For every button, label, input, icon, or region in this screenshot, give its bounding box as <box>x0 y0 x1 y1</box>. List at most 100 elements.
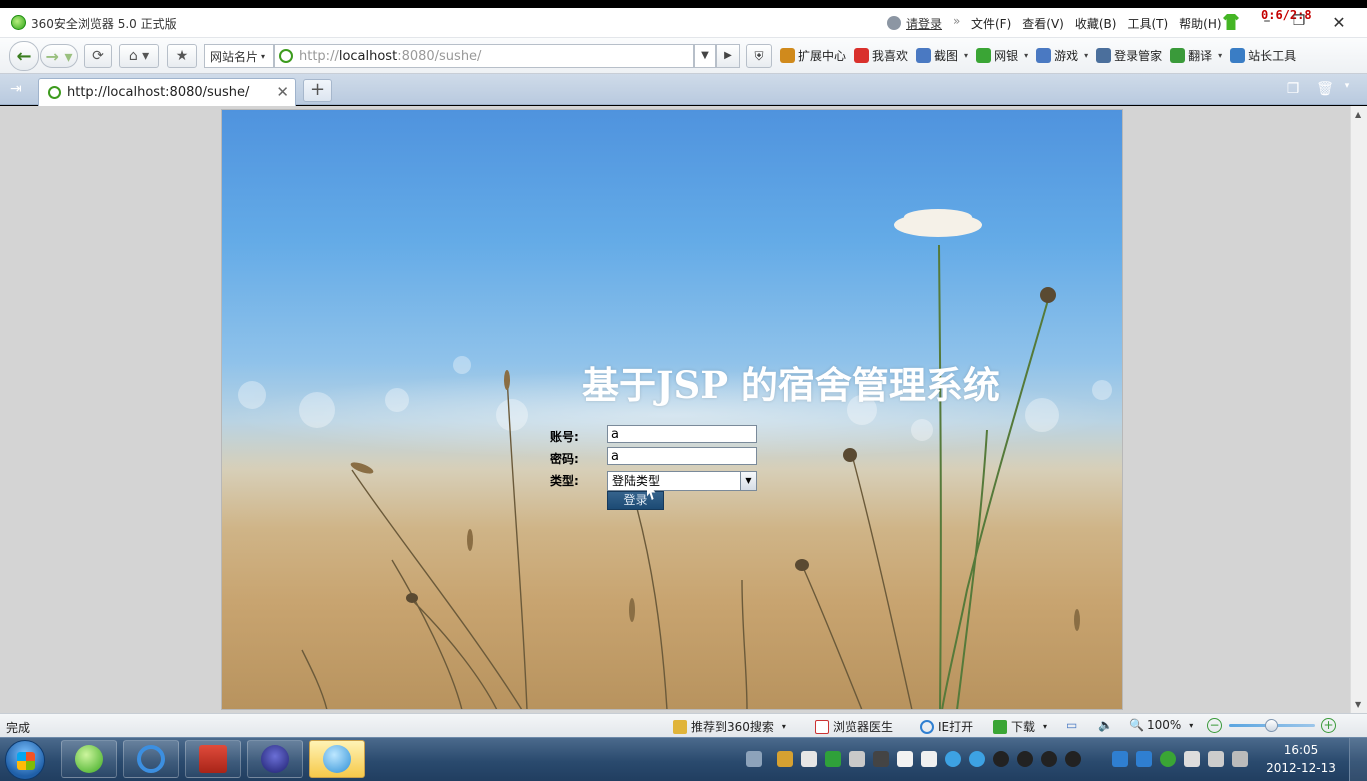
zoom-menu[interactable]: 🔍 100% ▾ <box>1129 718 1193 732</box>
zoom-out-button[interactable]: − <box>1207 718 1222 733</box>
tab-active[interactable]: http://localhost:8080/sushe/ ✕ <box>38 78 296 106</box>
address-history-dropdown[interactable]: ▼ <box>694 44 716 68</box>
pen-icon[interactable] <box>849 751 865 767</box>
account-input[interactable] <box>607 425 757 443</box>
penguin-icon[interactable] <box>1065 751 1081 767</box>
clock-date: 2012-12-13 <box>1266 761 1336 775</box>
navigation-bar: ← → ▾ ⟳ ⌂ ▾ ★ 网站名片 ▾ http://localhost:80… <box>0 38 1367 74</box>
toolbar-item-heart[interactable]: 我喜欢 <box>854 47 908 64</box>
doctor-label: 浏览器医生 <box>833 720 894 734</box>
title-bar: 360安全浏览器 5.0 正式版 请登录 » 文件(F) 查看(V) 收藏(B)… <box>0 8 1367 38</box>
zoom-in-button[interactable]: + <box>1321 718 1336 733</box>
taskbar-app-eclipse[interactable] <box>247 740 303 778</box>
site-card-button[interactable]: 网站名片 ▾ <box>204 44 274 68</box>
qq-tray-icon[interactable] <box>969 751 985 767</box>
download-button[interactable]: 下载 ▾ <box>993 718 1047 735</box>
refresh-button[interactable]: ⟳ <box>84 44 112 68</box>
toolbar-item-extension[interactable]: 扩展中心 <box>780 47 846 64</box>
flag-icon[interactable] <box>1184 751 1200 767</box>
toolbar-item-game[interactable]: 游戏 ▾ <box>1036 47 1088 64</box>
status-text: 完成 <box>6 721 31 735</box>
keyboard-icon[interactable] <box>746 751 762 767</box>
sidebar-toggle-icon[interactable]: ⇥ <box>10 81 28 97</box>
start-button[interactable] <box>5 740 45 780</box>
speaker-icon[interactable]: 🔈 <box>1098 718 1113 732</box>
menu-view[interactable]: 查看(V) <box>1022 15 1064 32</box>
login-type-select[interactable]: 登陆类型 ▼ <box>607 471 757 491</box>
windows-tray-icon[interactable] <box>921 751 937 767</box>
penguin-icon[interactable] <box>1017 751 1033 767</box>
toolbar-item-screenshot[interactable]: 截图 ▾ <box>916 47 968 64</box>
windows-logo-icon <box>17 752 35 770</box>
taskbar-app-ie[interactable] <box>123 740 179 778</box>
forward-button[interactable]: → ▾ <box>40 44 78 68</box>
zoom-slider-knob[interactable] <box>1265 719 1278 732</box>
toolbar-item-key[interactable]: 登录管家 <box>1096 47 1162 64</box>
system-clock[interactable]: 16:05 2012-12-13 <box>1262 741 1340 777</box>
security-tray-icon[interactable] <box>1136 751 1152 767</box>
menu-help[interactable]: 帮助(H) <box>1179 15 1221 32</box>
type-label: 类型: <box>550 474 579 488</box>
chevron-down-icon[interactable]: ▾ <box>1338 81 1356 99</box>
toolbar-item-webmaster[interactable]: 站长工具 <box>1230 47 1296 64</box>
clock-time: 16:05 <box>1283 743 1319 757</box>
window-mode-icon[interactable]: ▭ <box>1066 718 1077 732</box>
menu-tools[interactable]: 工具(T) <box>1127 15 1168 32</box>
maximize-button[interactable]: ❐ <box>1289 13 1309 31</box>
refresh-tray-icon[interactable] <box>1160 751 1176 767</box>
media-icon[interactable] <box>801 751 817 767</box>
address-bar[interactable]: http://localhost:8080/sushe/ <box>274 44 694 68</box>
site-card-label: 网站名片 <box>210 49 259 64</box>
restore-tabs-icon[interactable]: ❐ <box>1284 81 1302 99</box>
qq-tray-icon[interactable] <box>945 751 961 767</box>
star-icon: ★ <box>175 48 189 64</box>
vertical-scrollbar[interactable]: ▲ ▼ <box>1350 106 1367 713</box>
device-icon[interactable] <box>1208 751 1224 767</box>
more-chevron-icon[interactable]: » <box>953 14 960 28</box>
download-icon <box>993 719 1007 734</box>
new-tab-button[interactable]: + <box>303 79 332 102</box>
taskbar-app-360-browser[interactable] <box>61 740 117 778</box>
browser-logo-icon <box>11 15 26 30</box>
toolbar-item-translate[interactable]: 翻译 ▾ <box>1170 47 1222 64</box>
page-ie-icon <box>279 49 293 63</box>
show-desktop-button[interactable] <box>1349 738 1367 781</box>
scroll-up-icon[interactable]: ▲ <box>1355 110 1361 119</box>
network-icon[interactable] <box>1232 751 1248 767</box>
login-submit-button[interactable]: 登录 <box>607 491 664 510</box>
input-method-icon[interactable] <box>777 751 793 767</box>
shield-tray-icon[interactable] <box>1112 751 1128 767</box>
menu-file[interactable]: 文件(F) <box>971 15 1011 32</box>
home-button[interactable]: ⌂ ▾ <box>119 44 159 68</box>
tab-page-icon <box>48 86 61 99</box>
scroll-down-icon[interactable]: ▼ <box>1355 700 1361 709</box>
game-tray-icon[interactable] <box>825 751 841 767</box>
password-input[interactable] <box>607 447 757 465</box>
penguin-icon[interactable] <box>1041 751 1057 767</box>
toolbar-item-bank[interactable]: 网银 ▾ <box>976 47 1028 64</box>
ie-open-button[interactable]: IE打开 <box>920 718 973 735</box>
login-link[interactable]: 请登录 <box>906 15 942 32</box>
close-button[interactable]: ✕ <box>1329 13 1349 32</box>
eclipse-icon <box>261 745 289 773</box>
favorite-star-button[interactable]: ★ <box>167 44 197 68</box>
security-shield-button[interactable]: ⛨ <box>746 44 772 68</box>
menu-favorites[interactable]: 收藏(B) <box>1075 15 1117 32</box>
tool-tray-icon[interactable] <box>873 751 889 767</box>
taskbar-app-qq[interactable] <box>309 740 365 778</box>
go-button[interactable]: ▶ <box>716 44 740 68</box>
minimize-button[interactable]: – <box>1257 13 1277 31</box>
penguin-icon[interactable] <box>993 751 1009 767</box>
recommend-360-search-button[interactable]: 推荐到360搜索 ▾ <box>673 718 786 735</box>
tab-close-icon[interactable]: ✕ <box>276 83 289 101</box>
trash-icon[interactable]: 🗑 <box>1316 81 1334 99</box>
skin-shirt-icon[interactable] <box>1223 14 1239 30</box>
taskbar-app-toolbox[interactable] <box>185 740 241 778</box>
ie-icon <box>137 745 165 773</box>
browser-doctor-button[interactable]: 浏览器医生 <box>815 718 893 735</box>
back-button[interactable]: ← <box>9 41 39 71</box>
magnifier-icon: 🔍 <box>1129 718 1144 732</box>
notepad-icon[interactable] <box>897 751 913 767</box>
address-rest: :8080/sushe/ <box>397 48 482 64</box>
chevron-down-icon: ▾ <box>261 51 266 61</box>
